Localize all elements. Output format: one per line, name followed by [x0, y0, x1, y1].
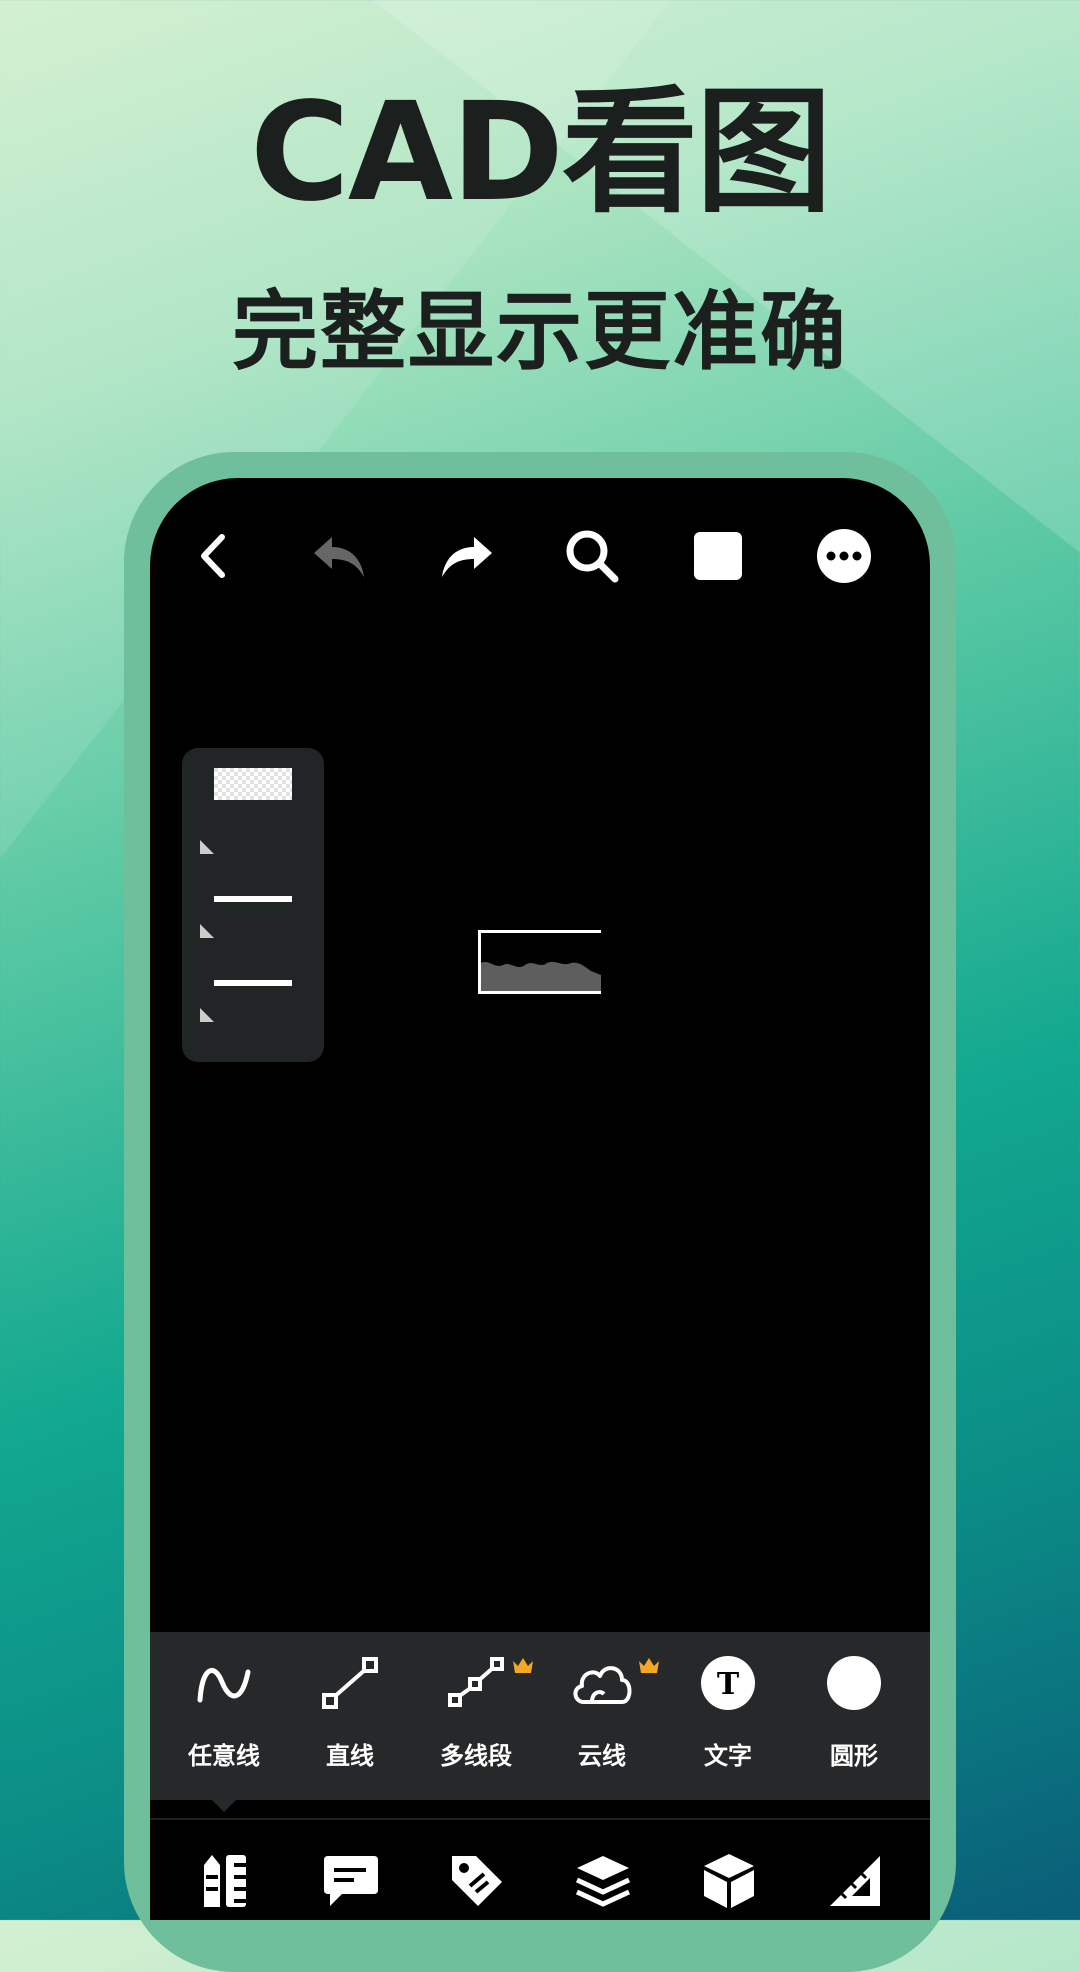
crown-icon — [513, 1658, 533, 1673]
drawing-tools-panel: 任意线 直线 多线段 云线 T 文字 圆形 — [150, 1632, 930, 1800]
text-icon-glyph: T — [717, 1667, 740, 1702]
undo-icon[interactable] — [302, 518, 378, 594]
corner-marker-icon — [200, 1008, 214, 1022]
3d-box-icon[interactable] — [694, 1846, 764, 1916]
bottom-nav — [150, 1818, 930, 1920]
tool-freehand[interactable]: 任意线 — [164, 1650, 284, 1790]
promo-subtitle: 完整显示更准确 — [232, 282, 848, 382]
tool-label: 云线 — [578, 1742, 626, 1770]
layer-line-swatch[interactable] — [214, 980, 292, 986]
more-icon[interactable] — [806, 518, 882, 594]
text-icon: T — [668, 1650, 788, 1716]
corner-marker-icon — [200, 840, 214, 854]
tool-line[interactable]: 直线 — [290, 1650, 410, 1790]
layers-icon[interactable] — [568, 1846, 638, 1916]
tool-circle[interactable]: 圆形 — [794, 1650, 914, 1790]
crown-icon — [639, 1658, 659, 1673]
freehand-icon — [164, 1650, 284, 1716]
tool-label: 任意线 — [188, 1742, 260, 1770]
selected-tool-pointer — [210, 1798, 238, 1812]
cad-drawing-thumbnail[interactable] — [478, 930, 601, 994]
tag-icon[interactable] — [442, 1846, 512, 1916]
tool-polyline[interactable]: 多线段 — [416, 1650, 536, 1790]
redo-icon[interactable] — [428, 518, 504, 594]
layer-line-swatch[interactable] — [214, 896, 292, 902]
line-icon — [290, 1650, 410, 1716]
comment-icon[interactable] — [316, 1846, 386, 1916]
promo-title: CAD看图 — [250, 74, 832, 232]
transparent-swatch-icon — [214, 768, 292, 800]
circle-icon — [794, 1650, 914, 1716]
tool-label: 文字 — [704, 1742, 752, 1770]
square-icon[interactable] — [680, 518, 756, 594]
tool-text[interactable]: T 文字 — [668, 1650, 788, 1790]
corner-marker-icon — [200, 924, 214, 938]
top-toolbar — [150, 478, 930, 614]
tool-label: 多线段 — [440, 1742, 512, 1770]
tool-label: 圆形 — [830, 1742, 878, 1770]
search-icon[interactable] — [554, 518, 630, 594]
measure-icon[interactable] — [820, 1846, 890, 1916]
markup-tools-icon[interactable] — [190, 1846, 260, 1916]
phone-screen: 任意线 直线 多线段 云线 T 文字 圆形 — [150, 478, 930, 1920]
tool-cloud[interactable]: 云线 — [542, 1650, 662, 1790]
tool-label: 直线 — [326, 1742, 374, 1770]
layers-panel — [182, 748, 324, 1062]
layer-item[interactable] — [182, 748, 324, 830]
back-icon[interactable] — [176, 518, 252, 594]
